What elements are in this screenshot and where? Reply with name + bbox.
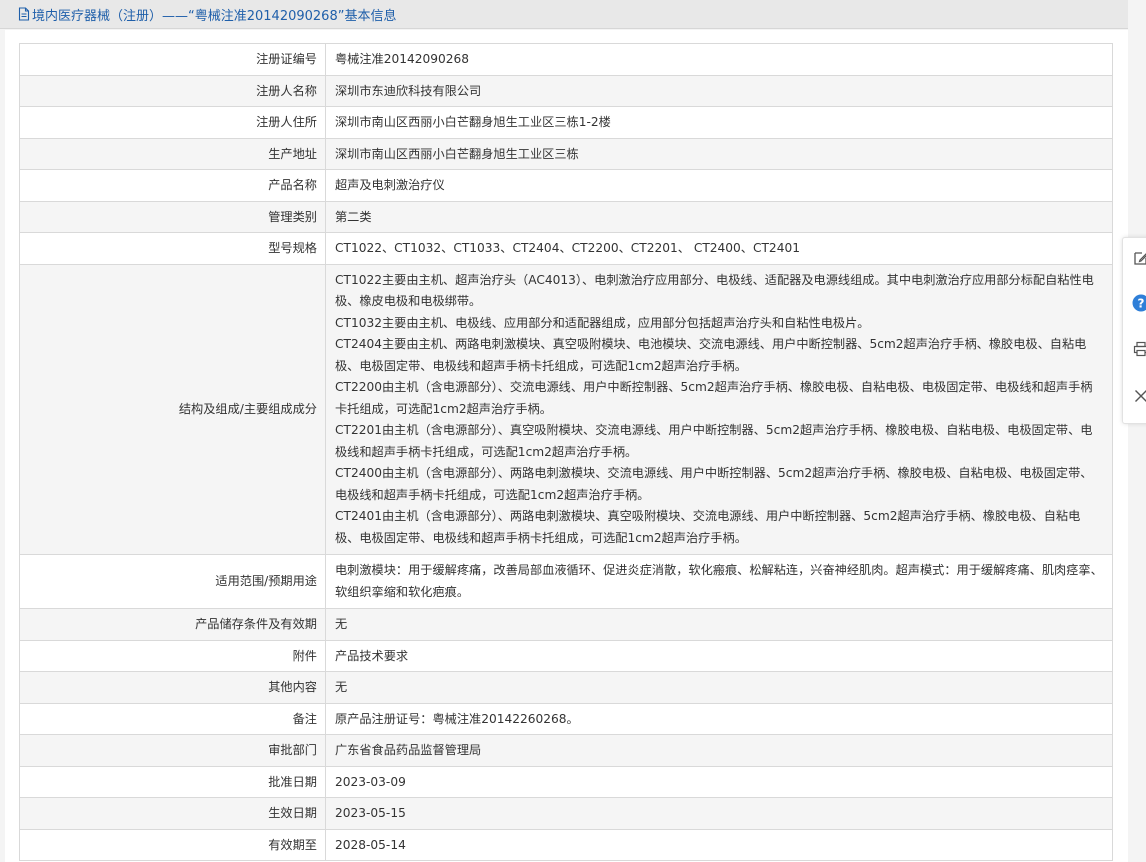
composition-paragraph: CT2200由主机（含电源部分）、交流电源线、用户中断控制器、5cm2超声治疗手… (335, 380, 1093, 416)
row-value-model-spec: CT1022、CT1032、CT1033、CT2404、CT2200、CT220… (325, 232, 1113, 265)
row-label-intended-use: 适用范围/预期用途 (19, 554, 326, 609)
row-label-approval-department: 审批部门 (19, 734, 326, 767)
row-label-storage-validity: 产品储存条件及有效期 (19, 608, 326, 641)
edit-icon (1133, 250, 1146, 270)
table-row: 适用范围/预期用途 电刺激模块：用于缓解疼痛，改善局部血液循环、促进炎症消散，软… (19, 554, 1113, 609)
row-label-production-address: 生产地址 (19, 137, 326, 170)
close-button[interactable] (1131, 387, 1146, 407)
table-row: 备注 原产品注册证号：粤械注准20142260268。 (19, 702, 1113, 735)
info-table: 注册证编号 粤械注准20142090268 注册人名称 深圳市东迪欣科技有限公司… (19, 43, 1113, 861)
table-row: 结构及组成/主要组成成分 CT1022主要由主机、超声治疗头（AC4013）、电… (19, 263, 1113, 555)
row-label-registrant-name: 注册人名称 (19, 74, 326, 107)
row-label-product-name: 产品名称 (19, 169, 326, 202)
table-row: 生效日期 2023-05-15 (19, 797, 1113, 830)
row-value-attachment: 产品技术要求 (325, 639, 1113, 672)
svg-text:?: ? (1138, 296, 1145, 310)
row-label-expiry-date: 有效期至 (19, 828, 326, 861)
row-value-remarks: 原产品注册证号：粤械注准20142260268。 (325, 702, 1113, 735)
title-bar: 境内医疗器械（注册）——“粤械注准20142090268”基本信息 (0, 0, 1128, 29)
help-icon: ? (1132, 294, 1146, 316)
row-value-structure-composition: CT1022主要由主机、超声治疗头（AC4013）、电刺激治疗应用部分、电极线、… (325, 263, 1113, 555)
row-label-structure-composition: 结构及组成/主要组成成分 (19, 263, 326, 555)
floating-toolbar: ? (1122, 237, 1146, 424)
composition-paragraph: CT1022主要由主机、超声治疗头（AC4013）、电刺激治疗应用部分、电极线、… (335, 272, 1094, 309)
row-value-management-category: 第二类 (325, 200, 1113, 233)
row-label-remarks: 备注 (19, 702, 326, 735)
row-label-effective-date: 生效日期 (19, 797, 326, 830)
table-row: 审批部门 广东省食品药品监督管理局 (19, 734, 1113, 767)
composition-paragraph: CT2401由主机（含电源部分）、两路电刺激模块、真空吸附模块、交流电源线、用户… (335, 509, 1081, 545)
close-icon (1134, 388, 1146, 407)
row-value-registration-number: 粤械注准20142090268 (325, 43, 1113, 76)
table-row: 附件 产品技术要求 (19, 639, 1113, 672)
row-label-registration-number: 注册证编号 (19, 43, 326, 76)
page: 境内医疗器械（注册）——“粤械注准20142090268”基本信息 注册证编号 … (0, 0, 1146, 862)
row-value-effective-date: 2023-05-15 (325, 797, 1113, 830)
edit-button[interactable] (1131, 250, 1146, 270)
print-button[interactable] (1131, 341, 1146, 361)
row-value-intended-use: 电刺激模块：用于缓解疼痛，改善局部血液循环、促进炎症消散，软化瘢痕、松解粘连，兴… (325, 554, 1113, 609)
table-row: 产品名称 超声及电刺激治疗仪 (19, 169, 1113, 202)
row-value-product-name: 超声及电刺激治疗仪 (325, 169, 1113, 202)
table-row: 注册人名称 深圳市东迪欣科技有限公司 (19, 74, 1113, 107)
row-label-attachment: 附件 (19, 639, 326, 672)
table-row: 批准日期 2023-03-09 (19, 765, 1113, 798)
row-label-other-content: 其他内容 (19, 671, 326, 704)
table-row: 注册人住所 深圳市南山区西丽小白芒翻身旭生工业区三栋1-2楼 (19, 106, 1113, 139)
row-label-registrant-address: 注册人住所 (19, 106, 326, 139)
table-row: 型号规格 CT1022、CT1032、CT1033、CT2404、CT2200、… (19, 232, 1113, 265)
page-title: 境内医疗器械（注册）——“粤械注准20142090268”基本信息 (32, 8, 397, 24)
table-row: 注册证编号 粤械注准20142090268 (19, 43, 1113, 76)
table-row: 产品储存条件及有效期 无 (19, 608, 1113, 641)
row-value-registrant-name: 深圳市东迪欣科技有限公司 (325, 74, 1113, 107)
composition-paragraph: CT2400由主机（含电源部分）、两路电刺激模块、交流电源线、用户中断控制器、5… (335, 466, 1093, 502)
table-row: 有效期至 2028-05-14 (19, 828, 1113, 861)
row-value-production-address: 深圳市南山区西丽小白芒翻身旭生工业区三栋 (325, 137, 1113, 170)
composition-paragraph: CT2404主要由主机、两路电刺激模块、真空吸附模块、电池模块、交流电源线、用户… (335, 337, 1087, 373)
row-value-registrant-address: 深圳市南山区西丽小白芒翻身旭生工业区三栋1-2楼 (325, 106, 1113, 139)
row-label-approval-date: 批准日期 (19, 765, 326, 798)
document-icon (18, 7, 30, 21)
row-value-expiry-date: 2028-05-14 (325, 828, 1113, 861)
row-label-model-spec: 型号规格 (19, 232, 326, 265)
help-button[interactable]: ? (1131, 294, 1146, 316)
row-value-other-content: 无 (325, 671, 1113, 704)
table-row: 其他内容 无 (19, 671, 1113, 704)
row-value-approval-department: 广东省食品药品监督管理局 (325, 734, 1113, 767)
row-value-approval-date: 2023-03-09 (325, 765, 1113, 798)
composition-paragraph: CT2201由主机（含电源部分）、真空吸附模块、交流电源线、用户中断控制器、5c… (335, 423, 1093, 459)
print-icon (1133, 341, 1146, 361)
table-row: 生产地址 深圳市南山区西丽小白芒翻身旭生工业区三栋 (19, 137, 1113, 170)
row-label-management-category: 管理类别 (19, 200, 326, 233)
detail-panel: 注册证编号 粤械注准20142090268 注册人名称 深圳市东迪欣科技有限公司… (5, 30, 1128, 862)
composition-paragraph: CT1032主要由主机、电极线、应用部分和适配器组成，应用部分包括超声治疗头和自… (335, 315, 870, 330)
row-value-storage-validity: 无 (325, 608, 1113, 641)
table-row: 管理类别 第二类 (19, 200, 1113, 233)
